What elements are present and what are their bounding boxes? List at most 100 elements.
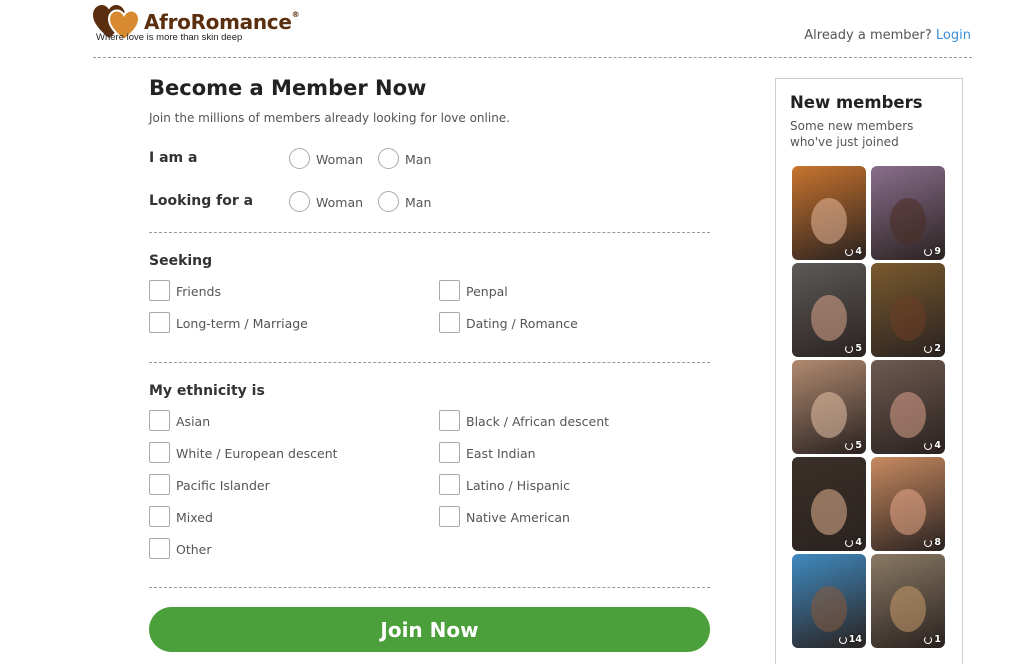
page-subtitle: Join the millions of members already loo…: [149, 111, 510, 125]
ethnicity-latino-label: Latino / Hispanic: [466, 478, 570, 493]
i-am-man-radio[interactable]: [378, 148, 399, 169]
looking-for-man-label: Man: [405, 195, 432, 210]
login-link[interactable]: Login: [936, 28, 971, 43]
brand-name: AfroRomance®: [144, 10, 300, 34]
i-am-label: I am a: [149, 150, 198, 166]
seeking-long-term-checkbox[interactable]: [149, 312, 170, 333]
photo-count-icon: [845, 538, 854, 547]
photo-count-badge: 8: [924, 537, 941, 548]
ethnicity-other-checkbox[interactable]: [149, 538, 170, 559]
ethnicity-pacific-checkbox[interactable]: [149, 474, 170, 495]
photo-count-badge: 14: [838, 634, 862, 645]
photo-count-badge: 4: [845, 246, 862, 257]
photo-count: 14: [848, 634, 862, 645]
new-members-panel: New members Some new members who've just…: [775, 78, 963, 664]
header-divider: [93, 57, 972, 58]
seeking-long-term-label: Long-term / Marriage: [176, 316, 308, 331]
ethnicity-mixed-label: Mixed: [176, 510, 213, 525]
ethnicity-east-indian-checkbox[interactable]: [439, 442, 460, 463]
ethnicity-pacific-label: Pacific Islander: [176, 478, 270, 493]
photo-count-badge: 4: [924, 440, 941, 451]
photo-count-badge: 5: [845, 440, 862, 451]
member-thumbnail[interactable]: 4: [792, 457, 866, 551]
ethnicity-asian-label: Asian: [176, 414, 211, 429]
seeking-friends-checkbox[interactable]: [149, 280, 170, 301]
ethnicity-native-checkbox[interactable]: [439, 506, 460, 527]
seeking-penpal-checkbox[interactable]: [439, 280, 460, 301]
ethnicity-white-checkbox[interactable]: [149, 442, 170, 463]
ethnicity-asian-checkbox[interactable]: [149, 410, 170, 431]
photo-count: 5: [855, 343, 862, 354]
new-members-subtitle: Some new members who've just joined: [790, 119, 914, 149]
member-photo: [811, 197, 847, 244]
i-am-man-label: Man: [405, 152, 432, 167]
photo-count: 4: [934, 440, 941, 451]
member-photo: [890, 585, 926, 632]
section-divider: [149, 232, 710, 233]
seeking-dating-checkbox[interactable]: [439, 312, 460, 333]
photo-count-badge: 4: [845, 537, 862, 548]
member-thumbnail[interactable]: 1: [871, 554, 945, 648]
looking-for-man-radio[interactable]: [378, 191, 399, 212]
member-photo: [811, 585, 847, 632]
i-am-woman-radio[interactable]: [289, 148, 310, 169]
page-title: Become a Member Now: [149, 76, 427, 100]
member-photo: [811, 294, 847, 341]
ethnicity-other-label: Other: [176, 542, 212, 557]
photo-count-icon: [924, 635, 933, 644]
ethnicity-east-indian-label: East Indian: [466, 446, 536, 461]
photo-count: 2: [934, 343, 941, 354]
photo-count-badge: 5: [845, 343, 862, 354]
photo-count-icon: [924, 538, 933, 547]
photo-count-icon: [924, 344, 933, 353]
section-divider: [149, 362, 710, 363]
new-members-title: New members: [790, 93, 923, 112]
member-photo: [811, 488, 847, 535]
member-photo: [890, 391, 926, 438]
photo-count: 4: [855, 537, 862, 548]
member-thumbnail[interactable]: 9: [871, 166, 945, 260]
photo-count-icon: [845, 247, 854, 256]
ethnicity-label: My ethnicity is: [149, 383, 265, 399]
member-thumbnail[interactable]: 4: [871, 360, 945, 454]
photo-count-badge: 9: [924, 246, 941, 257]
photo-count: 4: [855, 246, 862, 257]
site-header: AfroRomance® Where love is more than ski…: [0, 0, 1024, 58]
ethnicity-native-label: Native American: [466, 510, 570, 525]
photo-count-badge: 1: [924, 634, 941, 645]
member-thumbnail[interactable]: 14: [792, 554, 866, 648]
seeking-penpal-label: Penpal: [466, 284, 508, 299]
join-now-button[interactable]: Join Now: [149, 607, 710, 652]
member-thumbnail[interactable]: 4: [792, 166, 866, 260]
member-thumbnail[interactable]: 2: [871, 263, 945, 357]
ethnicity-white-label: White / European descent: [176, 446, 338, 461]
ethnicity-black-checkbox[interactable]: [439, 410, 460, 431]
i-am-woman-label: Woman: [316, 152, 364, 167]
ethnicity-latino-checkbox[interactable]: [439, 474, 460, 495]
looking-for-woman-radio[interactable]: [289, 191, 310, 212]
looking-for-label: Looking for a: [149, 193, 254, 209]
member-thumbnail[interactable]: 8: [871, 457, 945, 551]
photo-count-icon: [838, 635, 847, 644]
member-thumbnail[interactable]: 5: [792, 263, 866, 357]
ethnicity-black-label: Black / African descent: [466, 414, 610, 429]
photo-count-icon: [924, 441, 933, 450]
seeking-dating-label: Dating / Romance: [466, 316, 578, 331]
member-photo: [890, 488, 926, 535]
ethnicity-mixed-checkbox[interactable]: [149, 506, 170, 527]
photo-count-icon: [924, 247, 933, 256]
member-photo: [890, 197, 926, 244]
member-photo: [890, 294, 926, 341]
photo-count: 1: [934, 634, 941, 645]
photo-count: 5: [855, 440, 862, 451]
section-divider: [149, 587, 710, 588]
member-thumbnail[interactable]: 5: [792, 360, 866, 454]
photo-count: 8: [934, 537, 941, 548]
photo-count: 9: [934, 246, 941, 257]
photo-count-icon: [845, 344, 854, 353]
photo-count-icon: [845, 441, 854, 450]
brand-tagline: Where love is more than skin deep: [96, 32, 243, 43]
login-prompt: Already a member? Login: [804, 28, 971, 43]
looking-for-woman-label: Woman: [316, 195, 364, 210]
seeking-label: Seeking: [149, 253, 213, 269]
